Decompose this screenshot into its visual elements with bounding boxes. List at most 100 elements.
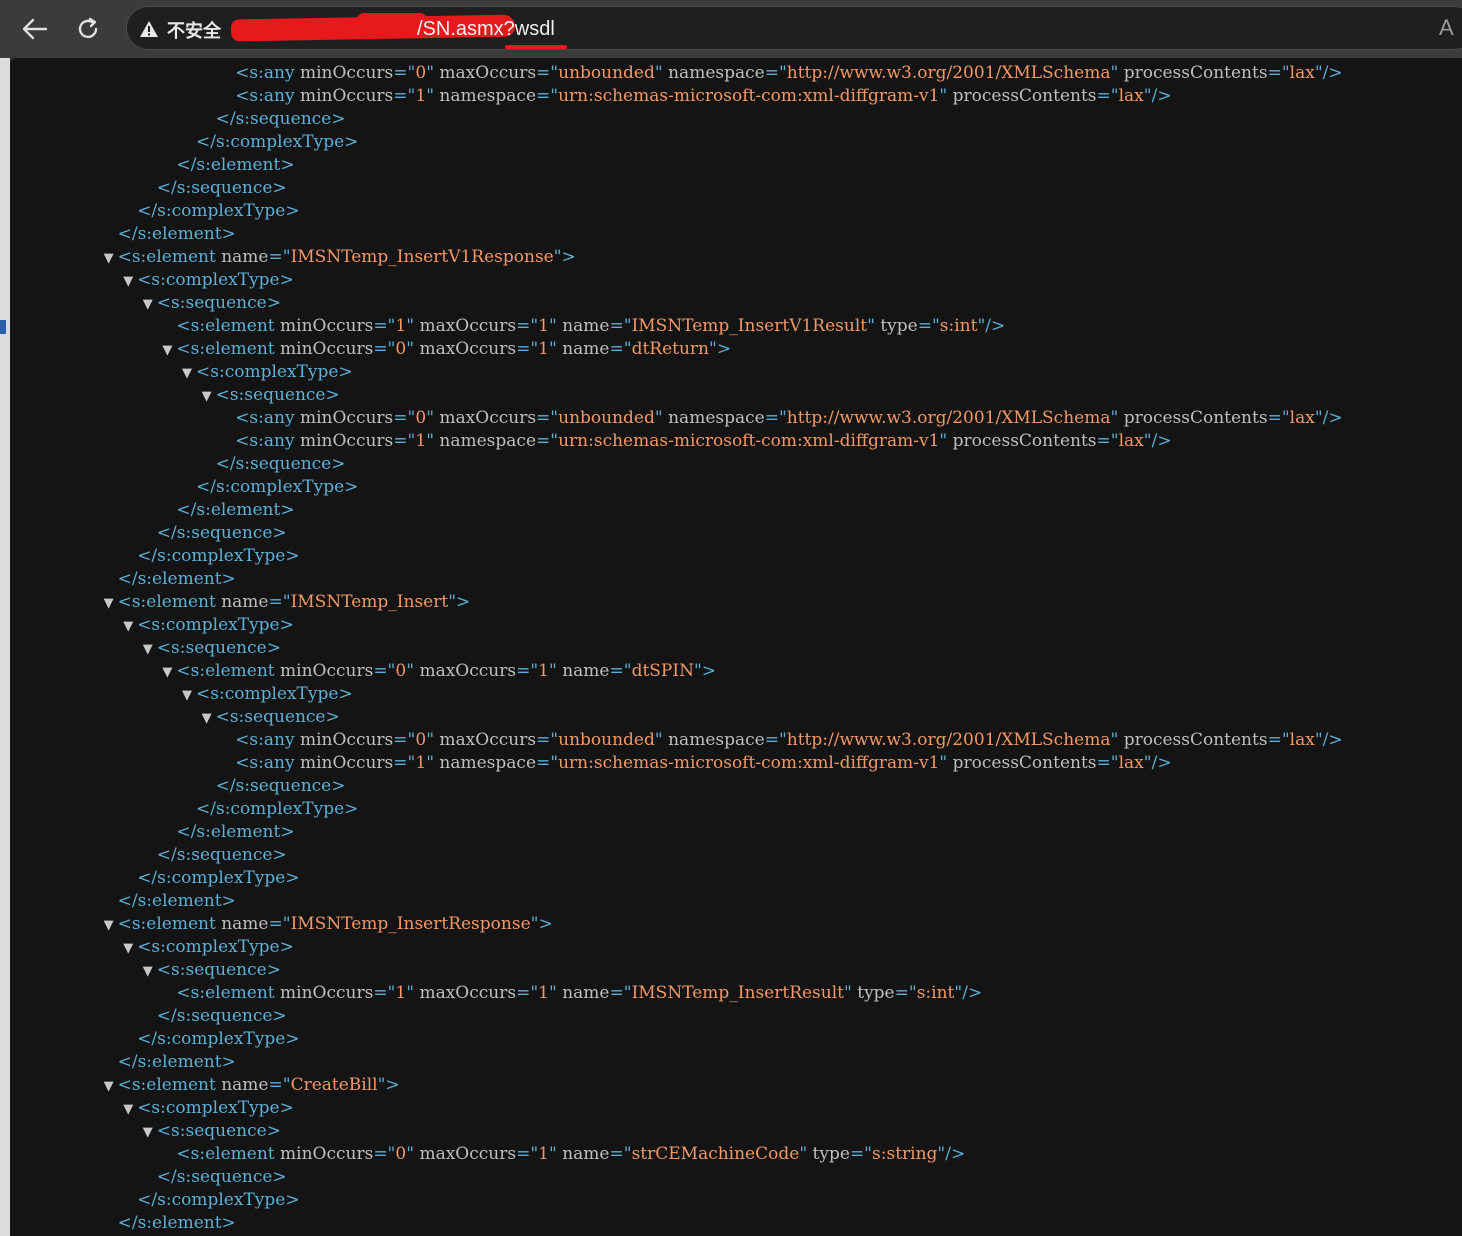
xml-attribute-name: name xyxy=(562,661,610,681)
xml-attribute-value: lax xyxy=(1289,63,1315,83)
collapse-toggle-icon[interactable]: ▼ xyxy=(139,960,157,983)
xml-tag-text: <s:sequence> xyxy=(215,385,340,405)
xml-line: <s:element minOccurs="1" maxOccurs="1" n… xyxy=(158,315,1005,338)
xml-tag-text: =" xyxy=(609,1144,632,1164)
xml-tag-text: " xyxy=(548,1144,563,1164)
xml-attribute-name: processContents xyxy=(952,753,1097,773)
xml-tag-text: " xyxy=(426,63,440,83)
xml-attribute-name: maxOccurs xyxy=(439,63,537,83)
xml-attribute-value: unbounded xyxy=(558,63,655,83)
xml-line: ▼ <s:sequence> xyxy=(198,384,340,407)
xml-tag-text: </s:complexType> xyxy=(137,868,300,888)
xml-line: </s:complexType> xyxy=(119,1189,299,1212)
collapse-toggle-icon[interactable]: ▼ xyxy=(119,1098,137,1121)
collapse-toggle-icon[interactable]: ▼ xyxy=(119,615,137,638)
xml-attribute-name: name xyxy=(221,592,269,612)
xml-attribute-value: 1 xyxy=(538,339,549,359)
xml-attribute-name: namespace xyxy=(668,63,765,83)
xml-tag-text: =" xyxy=(1267,730,1290,750)
xml-tag-text: "> xyxy=(530,914,553,934)
xml-tag-text: =" xyxy=(516,316,539,336)
collapse-toggle-icon[interactable]: ▼ xyxy=(100,247,118,270)
xml-tag-text: " xyxy=(426,730,440,750)
xml-attribute-name: minOccurs xyxy=(280,316,374,336)
xml-tag-text: <s:any xyxy=(235,753,300,773)
xml-tag-text: =" xyxy=(373,661,396,681)
xml-attribute-value: dtReturn xyxy=(631,339,709,359)
xml-line: </s:complexType> xyxy=(119,200,299,223)
xml-tag-text: <s:complexType> xyxy=(137,1098,294,1118)
xml-tag-text: </s:sequence> xyxy=(156,523,287,543)
xml-attribute-value: IMSNTemp_Insert xyxy=(290,592,449,612)
xml-tag-text: <s:sequence> xyxy=(156,638,281,658)
xml-attribute-name: minOccurs xyxy=(299,730,394,750)
xml-tag-text: </s:sequence> xyxy=(156,1167,287,1187)
collapse-toggle-icon[interactable]: ▼ xyxy=(100,592,118,615)
xml-line: <s:any minOccurs="1" namespace="urn:sche… xyxy=(217,752,1171,775)
collapse-toggle-icon[interactable]: ▼ xyxy=(198,385,216,408)
xml-attribute-value: 1 xyxy=(415,431,427,451)
xml-attribute-name: maxOccurs xyxy=(419,316,517,336)
address-bar[interactable]: 不安全 /SN.asmx?wsdl A xyxy=(126,6,1462,50)
xml-line: </s:sequence> xyxy=(139,177,287,200)
xml-attribute-name: minOccurs xyxy=(280,1144,374,1164)
xml-attribute-name: maxOccurs xyxy=(419,1144,517,1164)
xml-tag-text: </s:complexType> xyxy=(196,132,359,152)
xml-attribute-value: 1 xyxy=(395,316,407,336)
xml-tag-text: </s:element> xyxy=(117,1213,236,1233)
left-edge-strip xyxy=(0,58,10,1236)
xml-line: </s:complexType> xyxy=(119,545,299,568)
xml-attribute-value: s:string xyxy=(872,1144,938,1164)
reload-icon xyxy=(78,17,98,39)
collapse-toggle-icon[interactable]: ▼ xyxy=(178,684,196,707)
collapse-toggle-icon[interactable]: ▼ xyxy=(178,362,196,385)
back-button[interactable] xyxy=(16,12,52,46)
xml-tag-text: <s:element xyxy=(117,592,222,612)
xml-attribute-name: type xyxy=(880,316,918,336)
xml-tag-text: <s:element xyxy=(117,1075,222,1095)
collapse-toggle-icon[interactable]: ▼ xyxy=(119,937,137,960)
collapse-toggle-icon[interactable]: ▼ xyxy=(100,1075,118,1098)
xml-tag-text: </s:complexType> xyxy=(137,201,300,221)
collapse-toggle-icon[interactable]: ▼ xyxy=(139,638,157,661)
xml-attribute-name: maxOccurs xyxy=(419,983,517,1003)
reload-button[interactable] xyxy=(70,12,106,46)
xml-tag-text: =" xyxy=(373,983,396,1003)
xml-tag-text: =" xyxy=(849,1144,873,1164)
xml-tag-text: " xyxy=(548,983,563,1003)
xml-attribute-name: minOccurs xyxy=(299,431,394,451)
xml-line: ▼ <s:sequence> xyxy=(198,706,340,729)
collapse-toggle-icon[interactable]: ▼ xyxy=(158,661,176,684)
xml-tag-text: " xyxy=(1110,63,1124,83)
collapse-toggle-icon[interactable]: ▼ xyxy=(139,293,157,316)
xml-attribute-value: unbounded xyxy=(558,408,655,428)
xml-tag-text: </s:element> xyxy=(176,500,295,520)
xml-line: <s:any minOccurs="0" maxOccurs="unbounde… xyxy=(217,407,1342,430)
collapse-toggle-icon[interactable]: ▼ xyxy=(119,270,137,293)
xml-attribute-name: maxOccurs xyxy=(419,661,517,681)
xml-line: ▼ <s:complexType> xyxy=(119,1097,294,1120)
xml-tag-text: =" xyxy=(536,753,559,773)
collapse-toggle-icon[interactable]: ▼ xyxy=(100,914,118,937)
xml-tag-text: =" xyxy=(536,408,559,428)
xml-tag-text: =" xyxy=(373,339,396,359)
xml-tag-text: "> xyxy=(377,1075,400,1095)
xml-tag-text: <s:any xyxy=(235,63,300,83)
xml-tag-text: <s:any xyxy=(235,730,300,750)
xml-line: <s:any minOccurs="1" namespace="urn:sche… xyxy=(217,85,1171,108)
warning-icon[interactable] xyxy=(139,19,159,39)
xml-tag-text: <s:any xyxy=(235,431,300,451)
url-text[interactable]: /SN.asmx?wsdl xyxy=(417,18,555,41)
insecure-label[interactable]: 不安全 xyxy=(167,17,221,43)
xml-tag-text: " xyxy=(1110,408,1124,428)
xml-tag-text: </s:complexType> xyxy=(137,1029,300,1049)
read-aloud-icon[interactable]: A xyxy=(1439,15,1454,41)
collapse-toggle-icon[interactable]: ▼ xyxy=(139,1121,157,1144)
xml-tag-text: <s:complexType> xyxy=(196,362,353,382)
xml-tag-text: "/> xyxy=(937,1144,966,1164)
xml-tag-text: </s:sequence> xyxy=(215,776,346,796)
collapse-toggle-icon[interactable]: ▼ xyxy=(158,339,176,362)
xml-tag-text: =" xyxy=(393,408,416,428)
xml-attribute-value: dtSPIN xyxy=(631,661,694,681)
collapse-toggle-icon[interactable]: ▼ xyxy=(198,707,216,730)
